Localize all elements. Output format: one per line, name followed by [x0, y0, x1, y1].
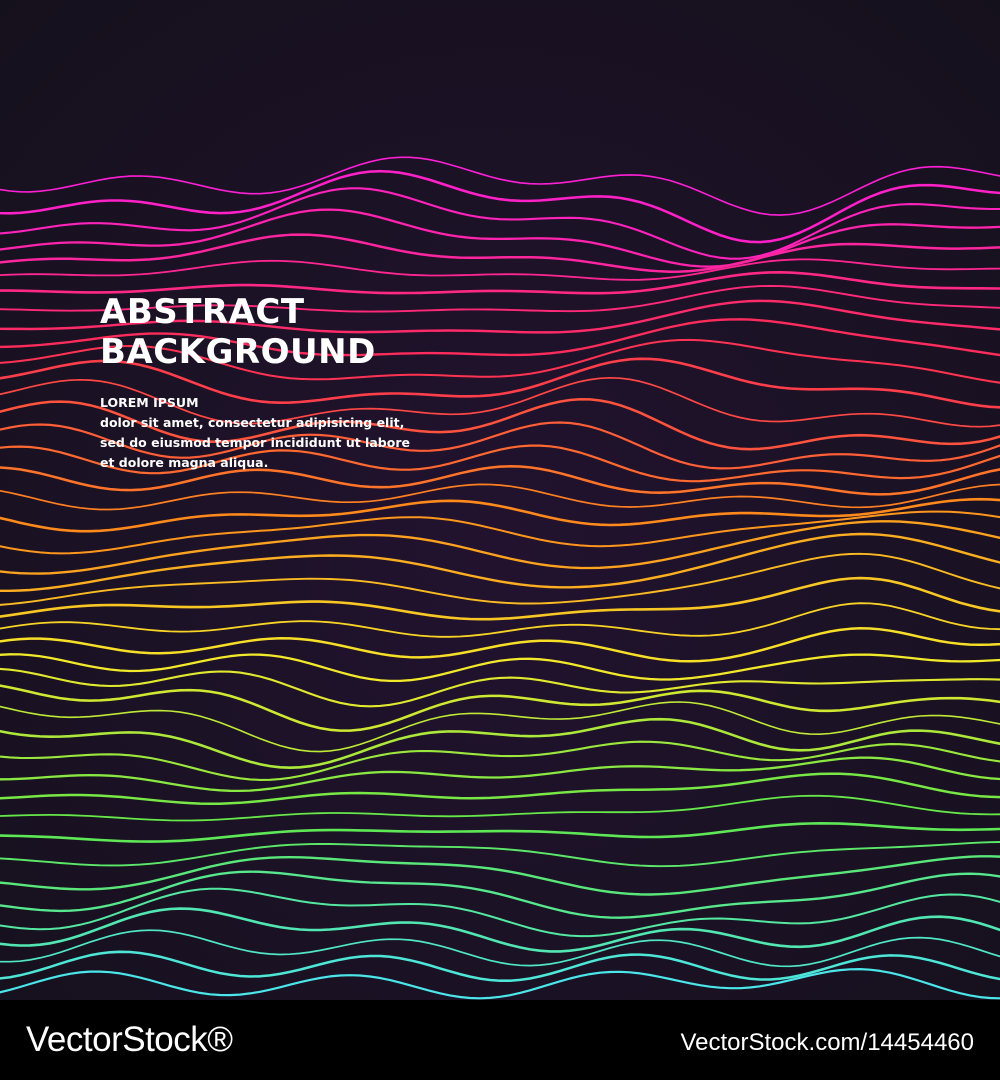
- wave-line: [0, 717, 1000, 769]
- wave-line: [0, 855, 1000, 896]
- wave-line: [0, 258, 1000, 281]
- footer-url: VectorStock.com/14454460: [680, 1029, 974, 1056]
- wave-line: [0, 627, 1000, 663]
- wave-line: [0, 950, 1000, 982]
- wave-line: [0, 169, 1000, 244]
- wave-line: [0, 510, 1000, 555]
- wave-line: [0, 684, 1000, 732]
- poster-body-text: dolor sit amet, consectetur adipisicing …: [100, 415, 410, 470]
- wave-lines: [0, 156, 1000, 1000]
- wave-line: [0, 271, 1000, 295]
- poster-copy: LOREM IPSUM dolor sit amet, consectetur …: [100, 393, 420, 473]
- wave-line: [0, 667, 1000, 708]
- wave-line: [0, 822, 1000, 843]
- wave-line: [0, 520, 1000, 575]
- poster-title-line-1: ABSTRACT: [100, 292, 305, 332]
- wave-line: [0, 968, 1000, 1000]
- wave-line: [0, 841, 1000, 868]
- poster-title-line-2: BACKGROUND: [100, 332, 376, 372]
- poster-title: ABSTRACT BACKGROUND: [100, 292, 520, 372]
- wave-line: [0, 497, 1000, 533]
- watermark-footer: VectorStock® VectorStock.com/14454460: [0, 1000, 1000, 1080]
- wave-line: [0, 576, 1000, 621]
- artwork: ABSTRACT BACKGROUND LOREM IPSUM dolor si…: [0, 0, 1000, 1000]
- poster-subtitle: LOREM IPSUM: [100, 395, 199, 410]
- footer-brand: VectorStock®: [26, 1020, 233, 1059]
- wave-line: [0, 233, 1000, 273]
